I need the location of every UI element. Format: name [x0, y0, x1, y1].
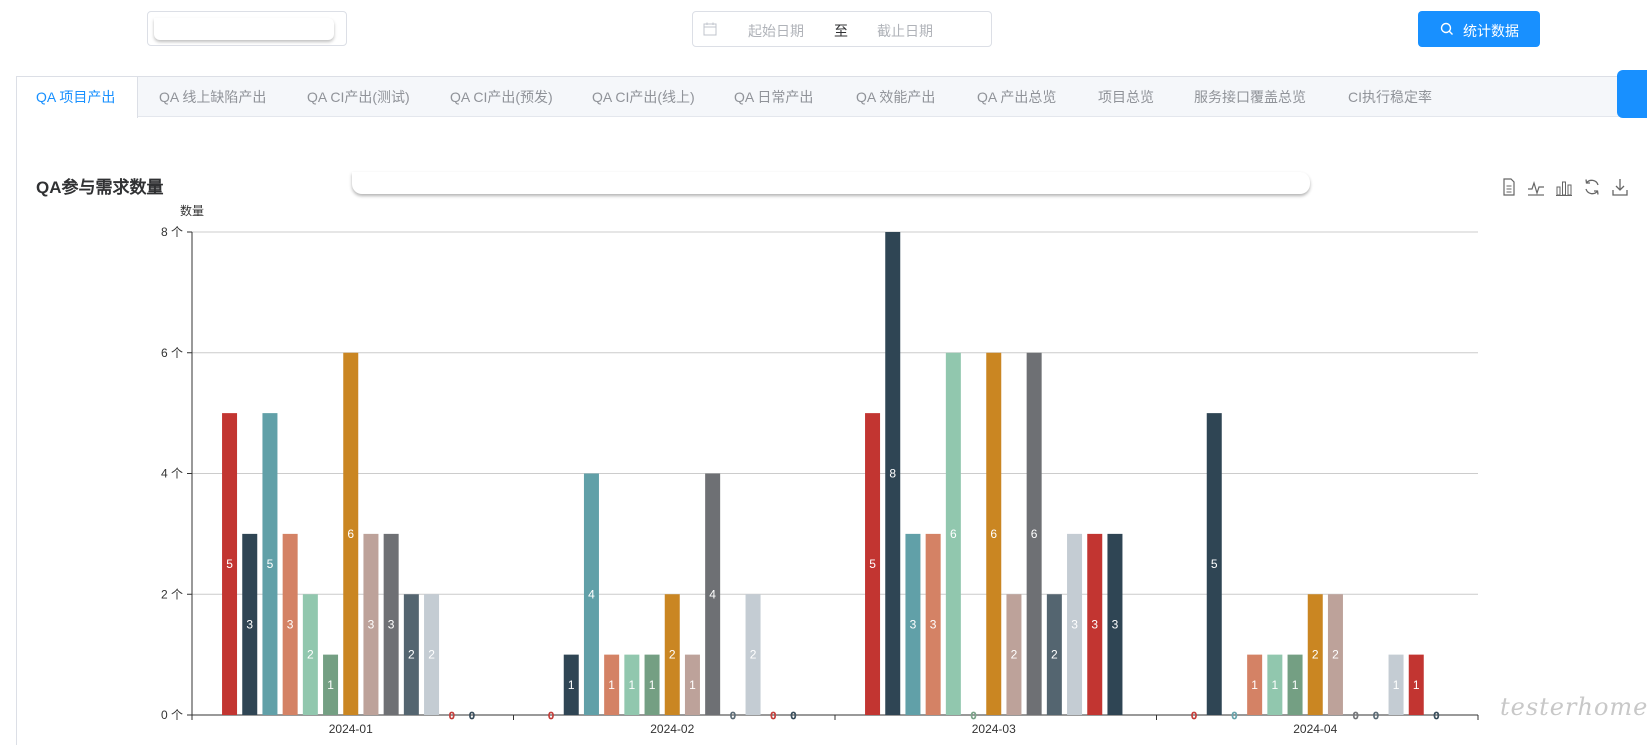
bar-value-label: 5 [226, 557, 233, 571]
bar-value-label: 0 [730, 711, 736, 722]
tab-qa-daily-output[interactable]: QA 日常产出 [734, 77, 813, 117]
bar-value-label: 2 [428, 648, 435, 662]
bar-value-label: 0 [449, 711, 455, 722]
y-axis-label: 数量 [180, 203, 204, 218]
bar-value-label: 6 [990, 527, 997, 541]
bar-value-label: 1 [568, 678, 575, 692]
bar-value-label: 2 [408, 648, 415, 662]
stat-data-label: 统计数据 [1463, 23, 1519, 39]
bar-value-label: 0 [1434, 711, 1440, 722]
y-tick-label: 4 个 [161, 467, 183, 481]
calendar-icon [703, 22, 717, 36]
bar-value-label: 3 [246, 617, 253, 631]
tab-qa-online-defects[interactable]: QA 线上缺陷产出 [159, 77, 266, 117]
bar-value-label: 2 [1011, 648, 1018, 662]
bar-value-label: 3 [388, 617, 395, 631]
download-icon[interactable] [1611, 177, 1629, 197]
y-tick-label: 6 个 [161, 346, 183, 360]
bar-chart-icon[interactable] [1555, 177, 1573, 197]
restore-icon[interactable] [1583, 177, 1601, 197]
bar-value-label: 6 [950, 527, 957, 541]
tab-qa-efficiency-output[interactable]: QA 效能产出 [856, 77, 935, 117]
bar-value-label: 4 [588, 587, 595, 601]
bar-value-label: 2 [1332, 648, 1339, 662]
date-range-picker[interactable]: 起始日期 至 截止日期 [692, 11, 992, 47]
y-tick-label: 0 个 [161, 708, 183, 722]
bar-value-label: 1 [1413, 678, 1420, 692]
stat-data-button[interactable]: 统计数据 [1418, 11, 1540, 47]
data-view-icon[interactable] [1500, 177, 1518, 197]
bar-value-label: 6 [1031, 527, 1038, 541]
x-tick-label: 2024-03 [972, 722, 1016, 736]
side-float-tab[interactable] [1617, 70, 1647, 118]
bar-value-label: 0 [1353, 711, 1359, 722]
bar-value-label: 1 [689, 678, 696, 692]
tab-qa-ci-online[interactable]: QA CI产出(线上) [592, 77, 695, 117]
date-separator: 至 [834, 23, 848, 39]
x-tick-label: 2024-02 [650, 722, 694, 736]
project-select[interactable] [147, 11, 347, 46]
line-chart-icon[interactable] [1527, 177, 1545, 197]
bar-value-label: 1 [1393, 678, 1400, 692]
bar-value-label: 4 [709, 587, 716, 601]
bar-value-label: 0 [548, 711, 554, 722]
bar-value-label: 1 [327, 678, 334, 692]
tab-qa-output-overview[interactable]: QA 产出总览 [977, 77, 1056, 117]
bar-value-label: 3 [930, 617, 937, 631]
bar-value-label: 3 [287, 617, 294, 631]
bar-value-label: 0 [1373, 711, 1379, 722]
y-tick-label: 2 个 [161, 587, 183, 601]
bar-value-label: 2 [750, 648, 757, 662]
qa-demand-bar-chart: 0 个2 个4 个6 个8 个数量2024-01 2024-02 2024-03 20… [161, 203, 1479, 736]
bar-value-label: 2 [669, 648, 676, 662]
bar-value-label: 1 [1292, 678, 1299, 692]
date-start-input[interactable]: 起始日期 [748, 21, 804, 41]
bar-value-label: 6 [347, 527, 354, 541]
bar-value-label: 2 [1312, 648, 1319, 662]
bar-value-label: 1 [1272, 678, 1279, 692]
project-select-dropdown[interactable] [154, 18, 334, 40]
bar-value-label: 0 [1232, 711, 1238, 722]
tab-qa-ci-test[interactable]: QA CI产出(测试) [307, 77, 410, 117]
bar-value-label: 5 [1211, 557, 1218, 571]
bar-value-label: 0 [770, 711, 776, 722]
tab-ci-stability[interactable]: CI执行稳定率 [1348, 77, 1432, 117]
bar-value-label: 5 [869, 557, 876, 571]
bar-value-label: 1 [608, 678, 615, 692]
bar-value-label: 3 [368, 617, 375, 631]
bar-value-label: 2 [1051, 648, 1058, 662]
bar-value-label: 0 [791, 711, 797, 722]
y-tick-label: 8 个 [161, 225, 183, 239]
bar-value-label: 0 [469, 711, 475, 722]
bar-value-label: 3 [1091, 617, 1098, 631]
bar-value-label: 2 [307, 648, 314, 662]
bar-value-label: 5 [267, 557, 274, 571]
bar-value-label: 1 [629, 678, 636, 692]
bar-value-label: 1 [1251, 678, 1258, 692]
date-end-input[interactable]: 截止日期 [877, 21, 933, 41]
tab-service-coverage[interactable]: 服务接口覆盖总览 [1194, 77, 1306, 117]
filter-bar: 起始日期 至 截止日期 统计数据 [0, 0, 1647, 70]
x-tick-label: 2024-04 [1293, 722, 1337, 736]
bar-value-label: 0 [971, 711, 977, 722]
tab-project-overview[interactable]: 项目总览 [1098, 77, 1154, 117]
bar-value-label: 1 [649, 678, 656, 692]
chart-slider-bar[interactable] [352, 172, 1310, 194]
bar-value-label: 8 [889, 467, 896, 481]
bar-value-label: 0 [1191, 711, 1197, 722]
tab-qa-ci-staging[interactable]: QA CI产出(预发) [450, 77, 553, 117]
watermark: testerhome.com [1500, 693, 1647, 721]
x-tick-label: 2024-01 [329, 722, 373, 736]
bar-value-label: 3 [1071, 617, 1078, 631]
search-icon [1440, 22, 1454, 36]
bar-value-label: 3 [1112, 617, 1119, 631]
bar-value-label: 3 [910, 617, 917, 631]
tab-qa-project-output[interactable]: QA 项目产出 [17, 77, 138, 118]
report-tabs: QA 项目产出 QA 线上缺陷产出 QA CI产出(测试) QA CI产出(预发… [17, 77, 1647, 118]
